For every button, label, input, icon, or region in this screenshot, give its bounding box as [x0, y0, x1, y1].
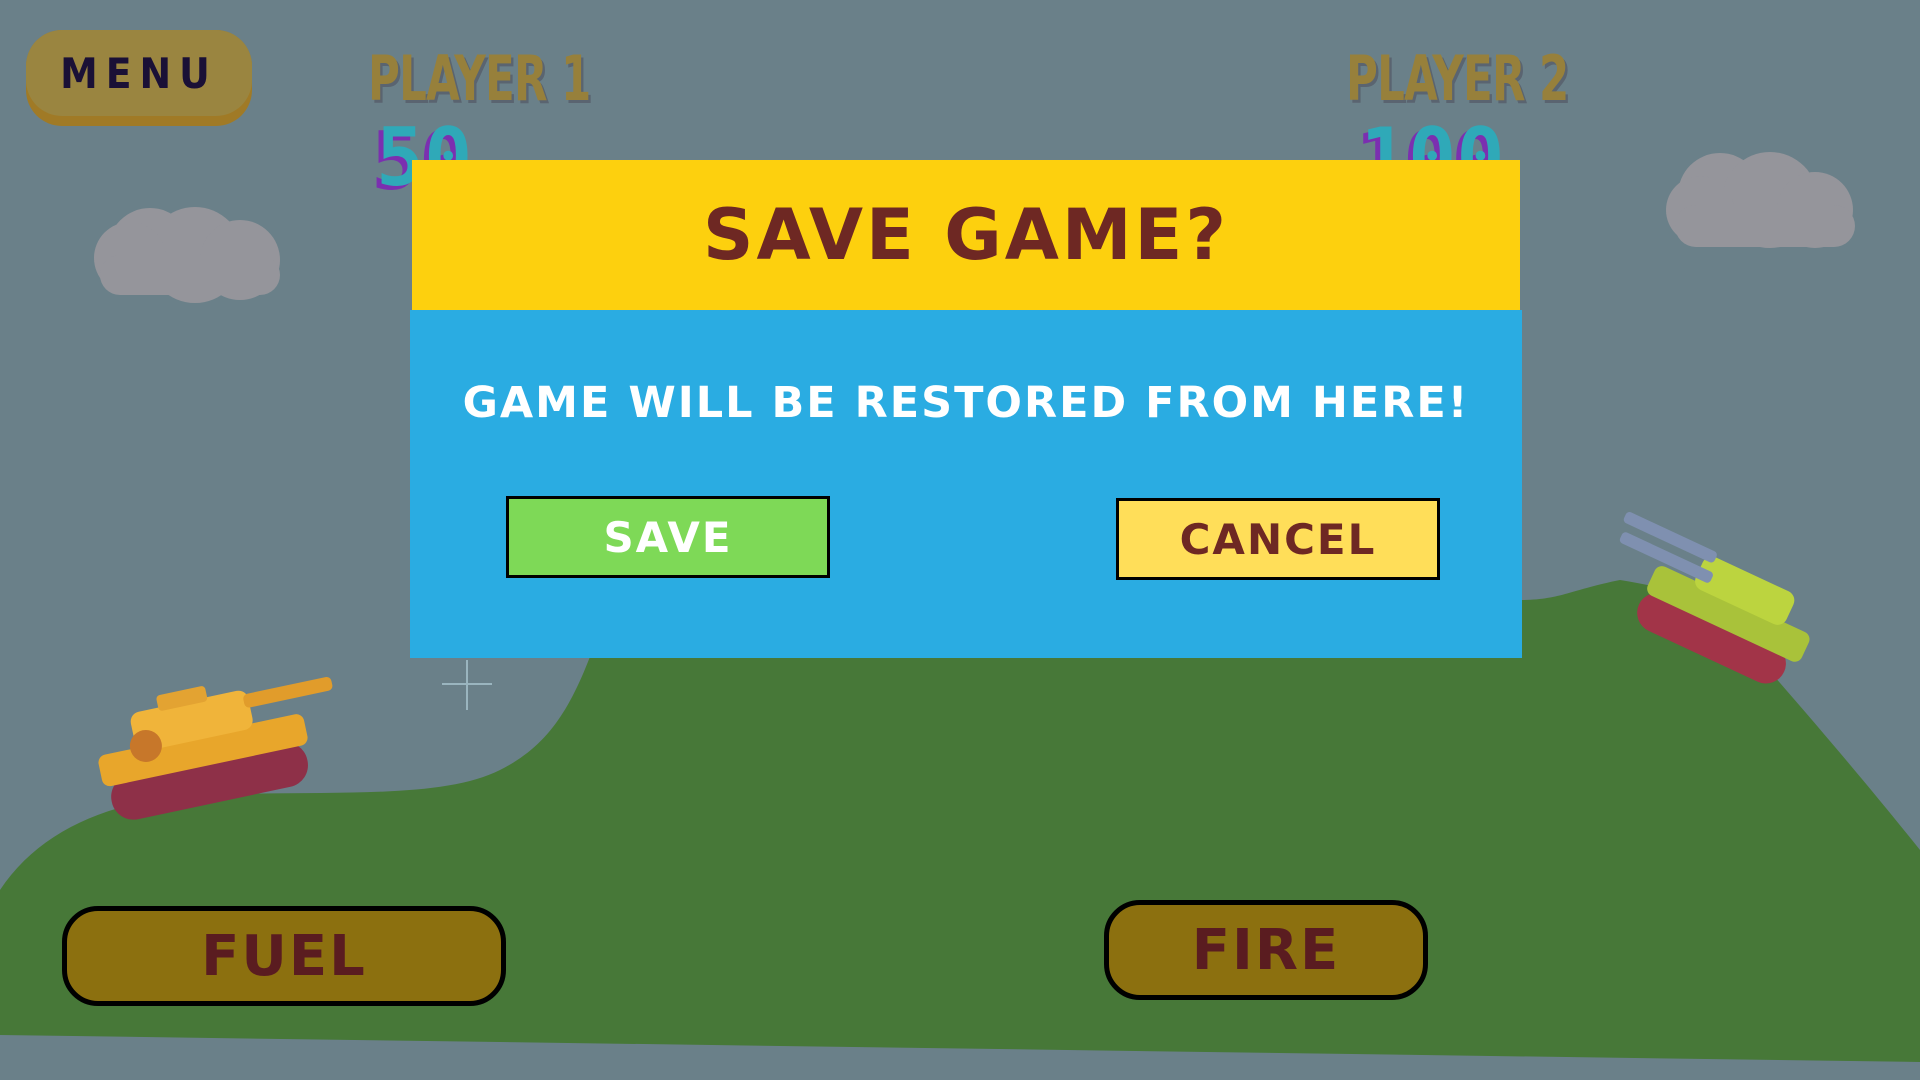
fire-button[interactable]: FIRE — [1104, 900, 1428, 1000]
dialog-title: SAVE GAME? — [703, 194, 1229, 276]
cancel-button[interactable]: CANCEL — [1116, 498, 1440, 580]
menu-button[interactable]: MENU — [26, 30, 252, 126]
menu-button-label: MENU — [26, 30, 252, 116]
player1-label: PLAYER 1 — [368, 42, 591, 115]
dialog-header: SAVE GAME? — [412, 160, 1520, 310]
dialog-message: GAME WILL BE RESTORED FROM HERE! — [462, 378, 1470, 428]
fuel-button[interactable]: FUEL — [62, 906, 506, 1006]
player2-label: PLAYER 2 — [1346, 42, 1569, 115]
save-game-dialog: SAVE GAME? GAME WILL BE RESTORED FROM HE… — [410, 160, 1522, 658]
save-button[interactable]: SAVE — [506, 496, 830, 578]
dialog-body: GAME WILL BE RESTORED FROM HERE! SAVE CA… — [410, 310, 1522, 658]
